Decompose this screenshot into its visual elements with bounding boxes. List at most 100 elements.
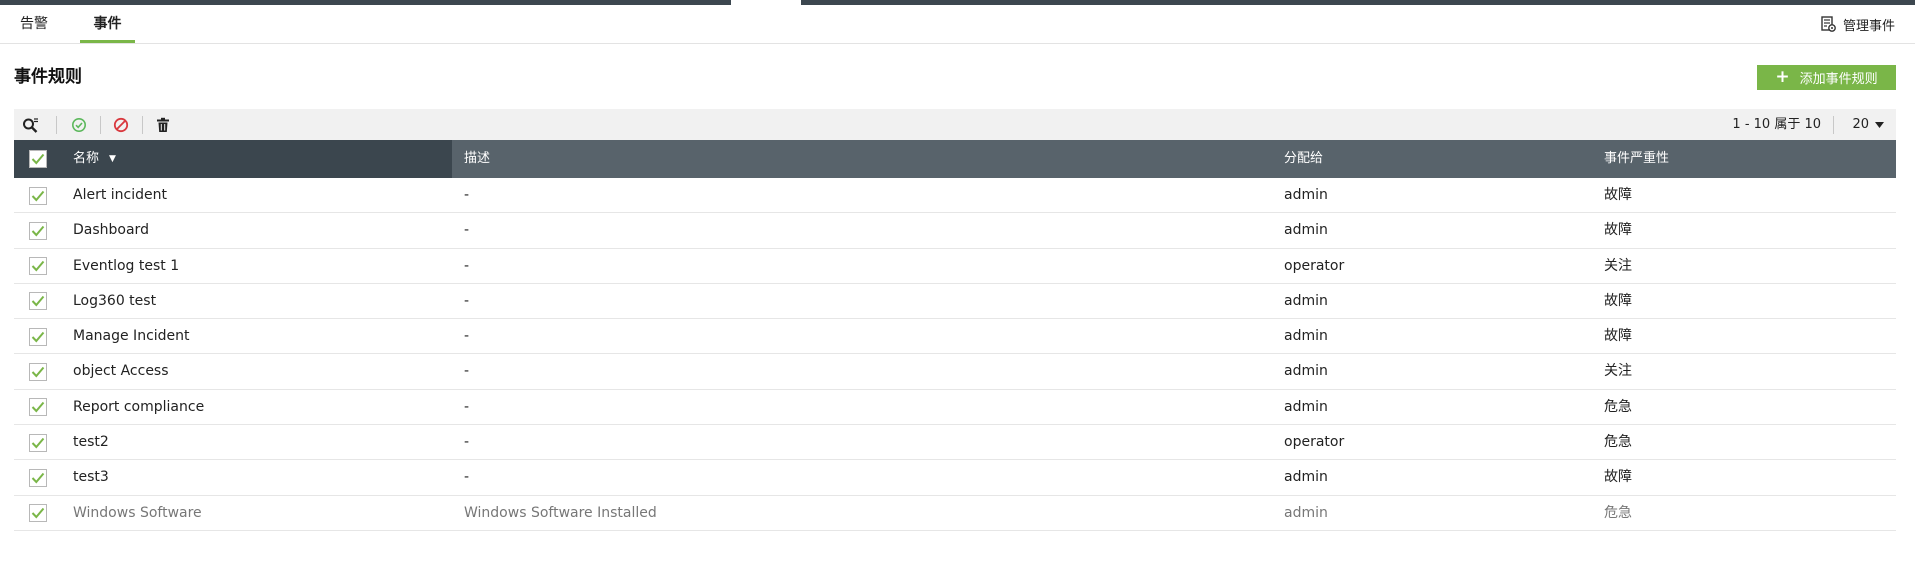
toolbar-divider xyxy=(100,116,101,134)
rule-assigned-to: admin xyxy=(1284,222,1328,239)
add-event-rule-label: 添加事件规则 xyxy=(1799,72,1878,87)
row-checkbox[interactable] xyxy=(28,221,47,240)
rule-severity: 故障 xyxy=(1604,469,1632,486)
rule-severity: 故障 xyxy=(1604,187,1632,203)
row-checkbox-cell xyxy=(14,460,61,495)
page-size-select[interactable]: 20 xyxy=(1852,109,1884,140)
disable-icon[interactable] xyxy=(111,115,131,135)
row-checkbox-cell xyxy=(14,354,61,389)
rule-assigned-to: admin xyxy=(1284,363,1328,380)
column-header-name[interactable]: 名称 ▼ xyxy=(61,140,452,178)
rule-name[interactable]: Report compliance xyxy=(61,390,452,425)
row-checkbox-cell xyxy=(14,284,61,319)
row-checkbox[interactable] xyxy=(28,468,47,487)
delete-icon[interactable] xyxy=(153,115,173,135)
table-row[interactable]: Dashboard - admin 故障 xyxy=(14,213,1896,249)
pagination-info: 1 - 10 属于 10 xyxy=(1732,117,1821,132)
rule-assigned-to: admin xyxy=(1284,469,1328,486)
chevron-down-icon xyxy=(1875,109,1884,140)
select-all-checkbox[interactable] xyxy=(28,150,47,168)
rule-description: - xyxy=(464,257,470,274)
rule-description: - xyxy=(464,398,470,415)
table-row[interactable]: Report compliance - admin 危急 xyxy=(14,390,1896,426)
row-checkbox[interactable] xyxy=(28,433,47,452)
page-title: 事件规则 xyxy=(14,67,82,87)
rule-severity: 关注 xyxy=(1604,363,1632,380)
row-checkbox-cell xyxy=(14,178,61,213)
sort-desc-icon: ▼ xyxy=(109,154,116,164)
table-row[interactable]: Eventlog test 1- operator 关注 xyxy=(14,249,1896,284)
table-row[interactable]: test3- admin 故障 xyxy=(14,460,1896,496)
enable-icon[interactable] xyxy=(69,115,89,135)
rule-description: Windows Software Installed xyxy=(464,504,657,521)
row-checkbox[interactable] xyxy=(28,186,47,205)
manage-events-label: 管理事件 xyxy=(1842,18,1895,34)
rule-description: - xyxy=(464,363,470,380)
tab-bar: 告警 事件 管理事件 xyxy=(0,5,1915,44)
rule-name[interactable]: Log360 test xyxy=(61,284,452,319)
row-checkbox[interactable] xyxy=(28,398,47,417)
rule-name[interactable]: Manage Incident xyxy=(61,319,452,354)
row-checkbox[interactable] xyxy=(28,292,47,311)
rule-name[interactable]: Alert incident xyxy=(61,178,452,213)
rule-description: - xyxy=(464,434,470,451)
plus-icon: + xyxy=(1775,67,1790,87)
rule-assigned-to: admin xyxy=(1284,504,1328,521)
rule-name[interactable]: test2 xyxy=(61,425,452,460)
rule-description: - xyxy=(464,222,470,239)
toolbar-divider xyxy=(142,116,143,134)
rule-name[interactable]: Eventlog test 1 xyxy=(61,249,452,284)
column-header-severity[interactable]: 事件严重性 xyxy=(1592,140,1896,178)
rule-name[interactable]: Windows Software xyxy=(61,496,452,531)
rule-name[interactable]: object Access xyxy=(61,354,452,389)
search-filter-icon[interactable] xyxy=(20,115,40,135)
row-checkbox[interactable] xyxy=(28,504,47,523)
rule-severity: 故障 xyxy=(1604,328,1632,345)
toolbar-divider xyxy=(56,116,57,134)
column-header-assigned-to[interactable]: 分配给 xyxy=(1272,140,1592,178)
row-checkbox-cell xyxy=(14,319,61,354)
rule-assigned-to: operator xyxy=(1284,434,1345,451)
table-body: Alert incident - admin 故障 Dashboard - admin 故障 E… xyxy=(14,178,1896,531)
rule-severity: 危急 xyxy=(1604,434,1632,451)
tab-events[interactable]: 事件 xyxy=(80,5,135,43)
page-size-value: 20 xyxy=(1852,117,1869,132)
add-event-rule-button[interactable]: + 添加事件规则 xyxy=(1757,65,1896,90)
row-checkbox[interactable] xyxy=(28,327,47,346)
table-row[interactable]: object Access - admin 关注 xyxy=(14,354,1896,390)
column-header-name-label: 名称 xyxy=(73,151,100,166)
rule-assigned-to: admin xyxy=(1284,328,1328,345)
rule-name[interactable]: test3 xyxy=(61,460,452,495)
row-checkbox[interactable] xyxy=(28,362,47,381)
rule-severity: 故障 xyxy=(1604,222,1632,239)
rule-assigned-to: operator xyxy=(1284,257,1345,274)
table-row[interactable]: Manage Incident - admin 故障 xyxy=(14,319,1896,355)
rule-assigned-to: admin xyxy=(1284,398,1328,415)
table-row[interactable]: Alert incident - admin 故障 xyxy=(14,178,1896,214)
tab-alarms[interactable]: 告警 xyxy=(20,5,48,43)
header-checkbox-cell xyxy=(14,140,61,178)
rule-severity: 故障 xyxy=(1604,292,1632,309)
manage-events-link[interactable]: 管理事件 xyxy=(1820,5,1895,43)
table-toolbar: 1 - 10 属于 10 20 xyxy=(14,109,1896,140)
row-checkbox-cell xyxy=(14,213,61,248)
event-rules-table: 名称 ▼ 描述 分配给 事件严重性 Alert incident - admin 故障… xyxy=(14,140,1896,531)
row-checkbox-cell xyxy=(14,249,61,284)
rule-severity: 危急 xyxy=(1604,398,1632,415)
document-gear-icon xyxy=(1820,15,1837,33)
toolbar-divider xyxy=(1833,116,1834,134)
rule-severity: 危急 xyxy=(1604,504,1632,521)
rule-description: - xyxy=(464,292,470,309)
rule-name[interactable]: Dashboard xyxy=(61,213,452,248)
rule-assigned-to: admin xyxy=(1284,292,1328,309)
column-header-description[interactable]: 描述 xyxy=(452,140,1272,178)
row-checkbox[interactable] xyxy=(28,257,47,276)
rule-severity: 关注 xyxy=(1604,257,1632,274)
table-row[interactable]: Windows Software Windows Software Install… xyxy=(14,496,1896,531)
rule-assigned-to: admin xyxy=(1284,187,1328,203)
table-row[interactable]: test2- operator 危急 xyxy=(14,425,1896,461)
rule-description: - xyxy=(464,469,470,486)
table-row[interactable]: Log360 test - admin 故障 xyxy=(14,284,1896,320)
rule-description: - xyxy=(464,187,470,203)
row-checkbox-cell xyxy=(14,496,61,531)
